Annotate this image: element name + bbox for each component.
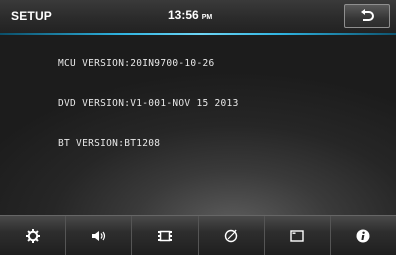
nav-display-settings[interactable]	[265, 216, 331, 255]
clock-ampm: PM	[201, 14, 213, 21]
film-icon	[157, 230, 172, 241]
gear-icon	[25, 228, 40, 243]
speaker-icon	[91, 230, 105, 241]
mcu-version-text: MCU VERSION:20IN9700-10-26	[58, 58, 215, 69]
screen-icon	[290, 229, 304, 242]
back-button[interactable]	[344, 4, 390, 28]
nav-info[interactable]	[331, 216, 396, 255]
nav-navigation-settings[interactable]	[199, 216, 265, 255]
nav-general-settings[interactable]	[0, 216, 67, 255]
compass-icon	[224, 229, 238, 242]
page-title: SETUP	[11, 9, 53, 23]
nav-video-settings[interactable]	[132, 216, 199, 255]
clock: 13:56 PM	[168, 8, 212, 22]
nav-audio-settings[interactable]	[66, 216, 133, 255]
bottom-nav-bar	[0, 215, 396, 255]
bt-version-text: BT VERSION:BT1208	[58, 138, 161, 149]
back-arrow-icon	[361, 9, 374, 21]
top-bar: SETUP 13:56 PM	[0, 0, 402, 33]
clock-time: 13:56	[168, 8, 199, 22]
screen-edge	[396, 0, 402, 255]
info-icon	[356, 229, 370, 242]
header-divider	[0, 33, 402, 35]
dvd-version-text: DVD VERSION:V1-001-NOV 15 2013	[58, 98, 239, 109]
setup-screen: SETUP 13:56 PM MCU VERSION:20IN9700-10-26…	[0, 0, 402, 255]
